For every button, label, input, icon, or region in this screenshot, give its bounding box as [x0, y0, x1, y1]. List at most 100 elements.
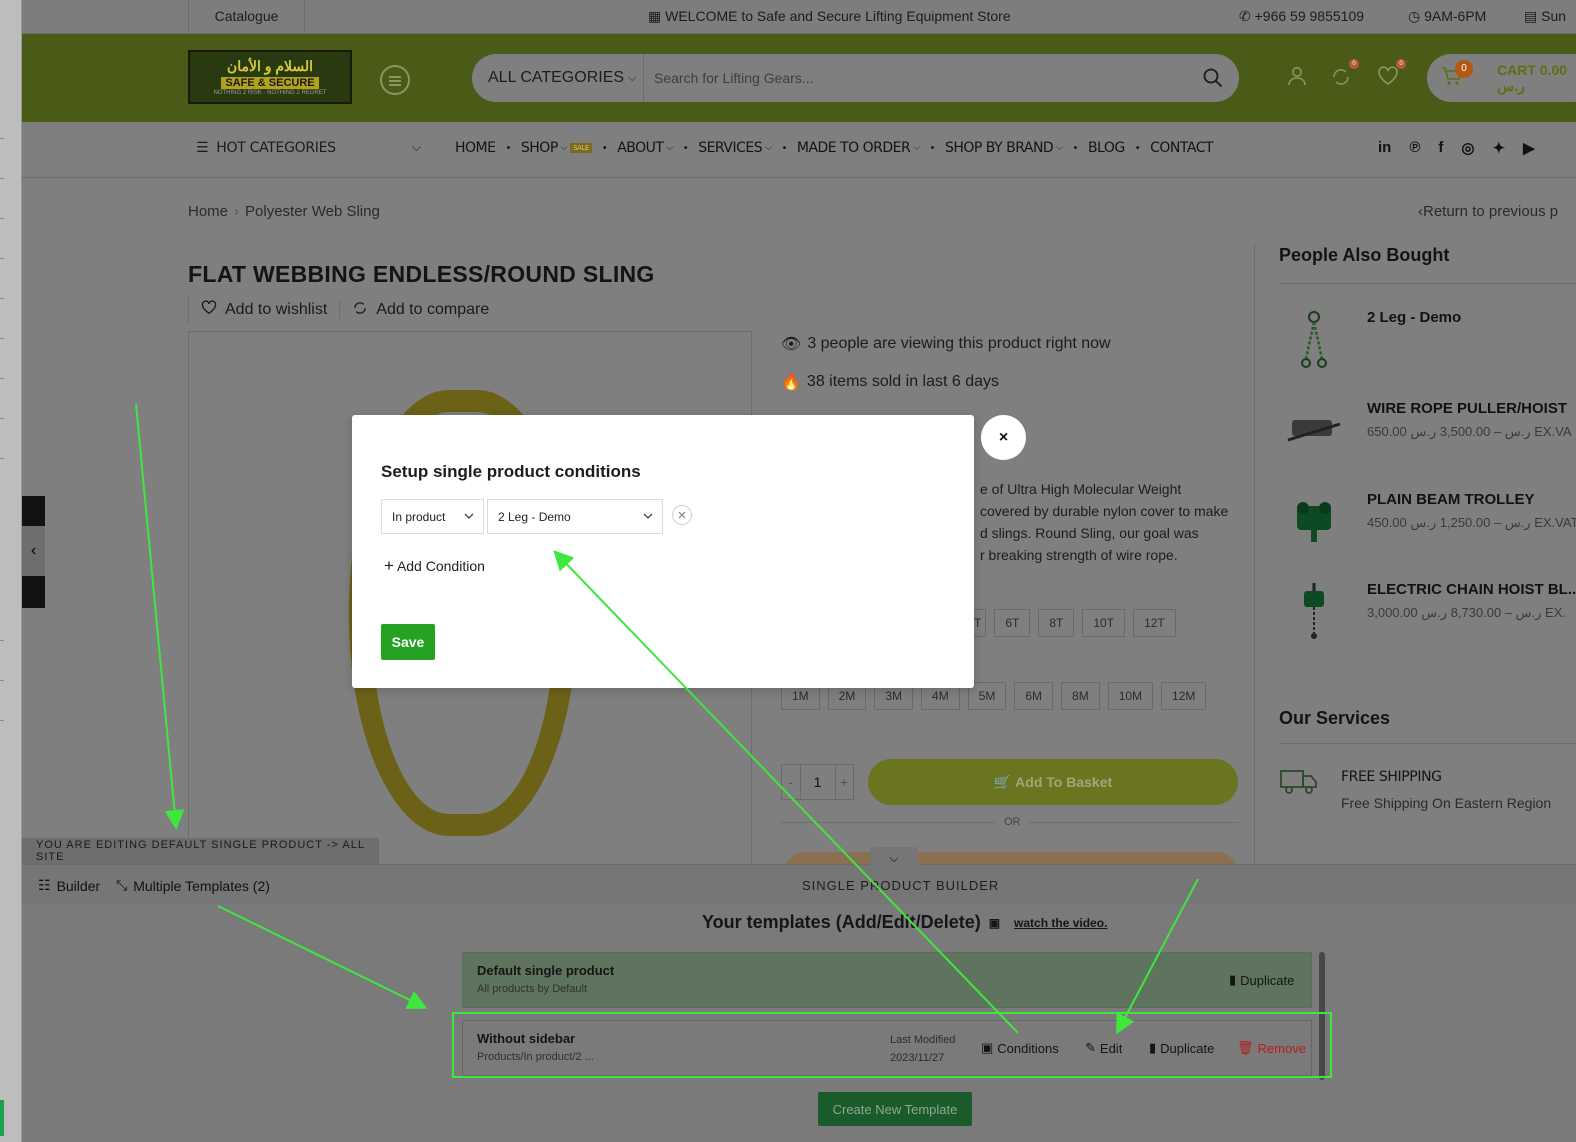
- duplicate-button[interactable]: ▮ Duplicate: [1229, 972, 1294, 988]
- condition-type-select[interactable]: In product: [381, 499, 484, 534]
- chevron-left-icon: ‹: [22, 526, 45, 576]
- opening-hours: ◷ 9AM-6PM: [1408, 8, 1487, 24]
- related-product-price: 450.00 ر.س – 1,250.00 ر.س EX.VAT: [1367, 515, 1576, 530]
- builder-toolbar: ⌵ ☷ Builder ⤡ Multiple Templates (2) SINGL…: [22, 847, 1576, 904]
- logo-arabic-text: السلام و الأمان: [226, 58, 314, 74]
- twitter-icon[interactable]: ✦: [1493, 139, 1506, 157]
- return-to-previous-link[interactable]: ‹Return to previous p: [1418, 203, 1558, 220]
- product-description: e of Ultra High Molecular Weight covered…: [980, 481, 1229, 563]
- cart-button[interactable]: 0 CART 0.00 ر.س: [1427, 54, 1576, 102]
- search-input[interactable]: [644, 54, 1187, 102]
- breadcrumb-home[interactable]: Home: [188, 203, 228, 220]
- condition-value-select[interactable]: 2 Leg - Demo: [487, 499, 663, 534]
- length-option[interactable]: 6M: [1014, 682, 1054, 710]
- watch-video-link[interactable]: watch the video.: [1014, 916, 1107, 930]
- related-product-name: ELECTRIC CHAIN HOIST BL...: [1367, 581, 1576, 598]
- heart-icon: [201, 300, 217, 320]
- logo-english-text: SAFE & SECURE: [221, 77, 319, 89]
- builder-title: SINGLE PRODUCT BUILDER: [802, 878, 1000, 893]
- add-condition-button[interactable]: + Add Condition: [384, 556, 485, 576]
- search-icon[interactable]: [1187, 68, 1239, 88]
- search-category-select[interactable]: ALL CATEGORIES ⌵: [472, 54, 644, 102]
- template-scope: All products by Default: [477, 983, 588, 995]
- quantity-input[interactable]: 1: [799, 765, 836, 799]
- phone-number[interactable]: ✆ +966 59 9855109: [1239, 8, 1364, 25]
- chevron-down-icon: [463, 510, 475, 525]
- compare-icon: [352, 300, 368, 321]
- site-header: السلام و الأمان SAFE & SECURE NOTHING 2 …: [22, 34, 1576, 122]
- add-to-wishlist-button[interactable]: Add to wishlist: [189, 300, 327, 320]
- product-actions: Add to wishlist Add to compare: [188, 296, 518, 324]
- wire-rope-puller-thumbnail: [1279, 400, 1349, 460]
- calendar-icon: ▤: [1524, 8, 1542, 24]
- menu-toggle-icon[interactable]: [380, 65, 410, 95]
- site-logo[interactable]: السلام و الأمان SAFE & SECURE NOTHING 2 …: [188, 50, 352, 104]
- nav-item-about[interactable]: ABOUT: [617, 140, 664, 156]
- capacity-options: T 6T 8T 10T 12T: [970, 609, 1176, 637]
- account-icon[interactable]: [1287, 66, 1307, 91]
- service-title: FREE SHIPPING: [1341, 769, 1442, 785]
- add-to-compare-button[interactable]: Add to compare: [352, 300, 489, 321]
- wishlist-icon[interactable]: 0: [1377, 59, 1406, 91]
- collapse-panel-toggle[interactable]: ⌵: [870, 847, 918, 869]
- chevron-right-icon: ›: [234, 203, 240, 220]
- create-new-template-button[interactable]: Create New Template: [818, 1092, 972, 1126]
- our-services-title: Our Services: [1279, 708, 1391, 728]
- length-option[interactable]: 8M: [1061, 682, 1100, 710]
- clock-icon: ◷: [1408, 8, 1425, 24]
- nav-item-home[interactable]: HOME: [455, 140, 496, 156]
- modal-title: Setup single product conditions: [381, 462, 641, 481]
- nav-item-made-to-order[interactable]: MADE TO ORDER: [797, 140, 911, 156]
- conditions-modal: Setup single product conditions In produ…: [352, 415, 974, 688]
- youtube-icon[interactable]: ▶: [1523, 139, 1535, 157]
- facebook-icon[interactable]: f: [1438, 139, 1443, 157]
- nav-item-shop-by-brand[interactable]: SHOP BY BRAND: [945, 140, 1054, 156]
- quantity-decrease-button[interactable]: -: [782, 774, 800, 790]
- capacity-option[interactable]: 10T: [1082, 609, 1126, 637]
- sold-notice: 🔥 38 items sold in last 6 days: [781, 373, 1000, 391]
- capacity-option[interactable]: 12T: [1133, 609, 1176, 637]
- remove-condition-icon[interactable]: ✕: [672, 505, 692, 525]
- builder-tab[interactable]: ☷ Builder: [38, 877, 100, 894]
- compare-icon[interactable]: 0: [1330, 59, 1359, 93]
- plus-icon: +: [384, 556, 394, 575]
- cart-label: CART 0.00 ر.س: [1497, 61, 1568, 94]
- nav-item-contact[interactable]: CONTACT: [1150, 140, 1213, 156]
- nav-item-services[interactable]: SERVICES: [698, 140, 762, 156]
- grid-icon: ☷: [38, 877, 51, 893]
- related-product-price: 650.00 ر.س – 3,500.00 ر.س EX.VA: [1367, 424, 1572, 439]
- cart-icon: 🛒: [993, 773, 1016, 790]
- save-button[interactable]: Save: [381, 624, 435, 660]
- side-panel-toggle[interactable]: ‹: [22, 496, 45, 608]
- length-option[interactable]: 12M: [1161, 682, 1207, 710]
- related-product-price: 3,000.00 ر.س – 8,730.00 ر.س EX.: [1367, 605, 1566, 620]
- pinterest-icon[interactable]: ℗: [1409, 139, 1420, 157]
- close-icon[interactable]: ×: [981, 415, 1026, 460]
- editor-green-tab[interactable]: [0, 1100, 4, 1136]
- breadcrumb: Home › Polyester Web Sling: [188, 203, 380, 220]
- length-option[interactable]: 10M: [1107, 682, 1154, 710]
- logo-tagline: NOTHING 2 RISK · NOTHING 2 REGRET: [213, 90, 327, 96]
- or-divider: OR: [781, 816, 1239, 834]
- eye-icon: 👁: [781, 336, 802, 353]
- quantity-increase-button[interactable]: +: [836, 774, 854, 790]
- linkedin-icon[interactable]: in: [1378, 139, 1391, 157]
- instagram-icon[interactable]: ◎: [1461, 139, 1474, 157]
- social-links: in ℗ f ◎ ✦ ▶: [1378, 139, 1535, 157]
- hot-categories-toggle[interactable]: ☰ HOT CATEGORIES ⌵: [196, 140, 421, 156]
- beam-trolley-thumbnail: [1279, 491, 1349, 551]
- phone-icon: ✆: [1239, 8, 1255, 24]
- chain-hoist-thumbnail: [1279, 581, 1349, 641]
- nav-item-blog[interactable]: BLOG: [1088, 140, 1125, 156]
- nav-item-shop[interactable]: SHOP: [521, 140, 558, 156]
- breadcrumb-current[interactable]: Polyester Web Sling: [245, 203, 380, 220]
- chevron-down-icon: ⌵: [628, 71, 637, 84]
- top-bar: Catalogue ▦ WELCOME to Safe and Secure L…: [22, 0, 1576, 34]
- add-to-basket-button[interactable]: 🛒 Add To Basket: [868, 759, 1238, 805]
- multiple-templates-tab[interactable]: ⤡ Multiple Templates (2): [116, 877, 270, 894]
- capacity-option[interactable]: 6T: [994, 609, 1031, 637]
- template-row-default[interactable]: Default single product All products by D…: [462, 952, 1312, 1008]
- catalogue-link[interactable]: Catalogue: [188, 0, 305, 32]
- fire-icon: 🔥: [781, 374, 801, 391]
- capacity-option[interactable]: 8T: [1038, 609, 1075, 637]
